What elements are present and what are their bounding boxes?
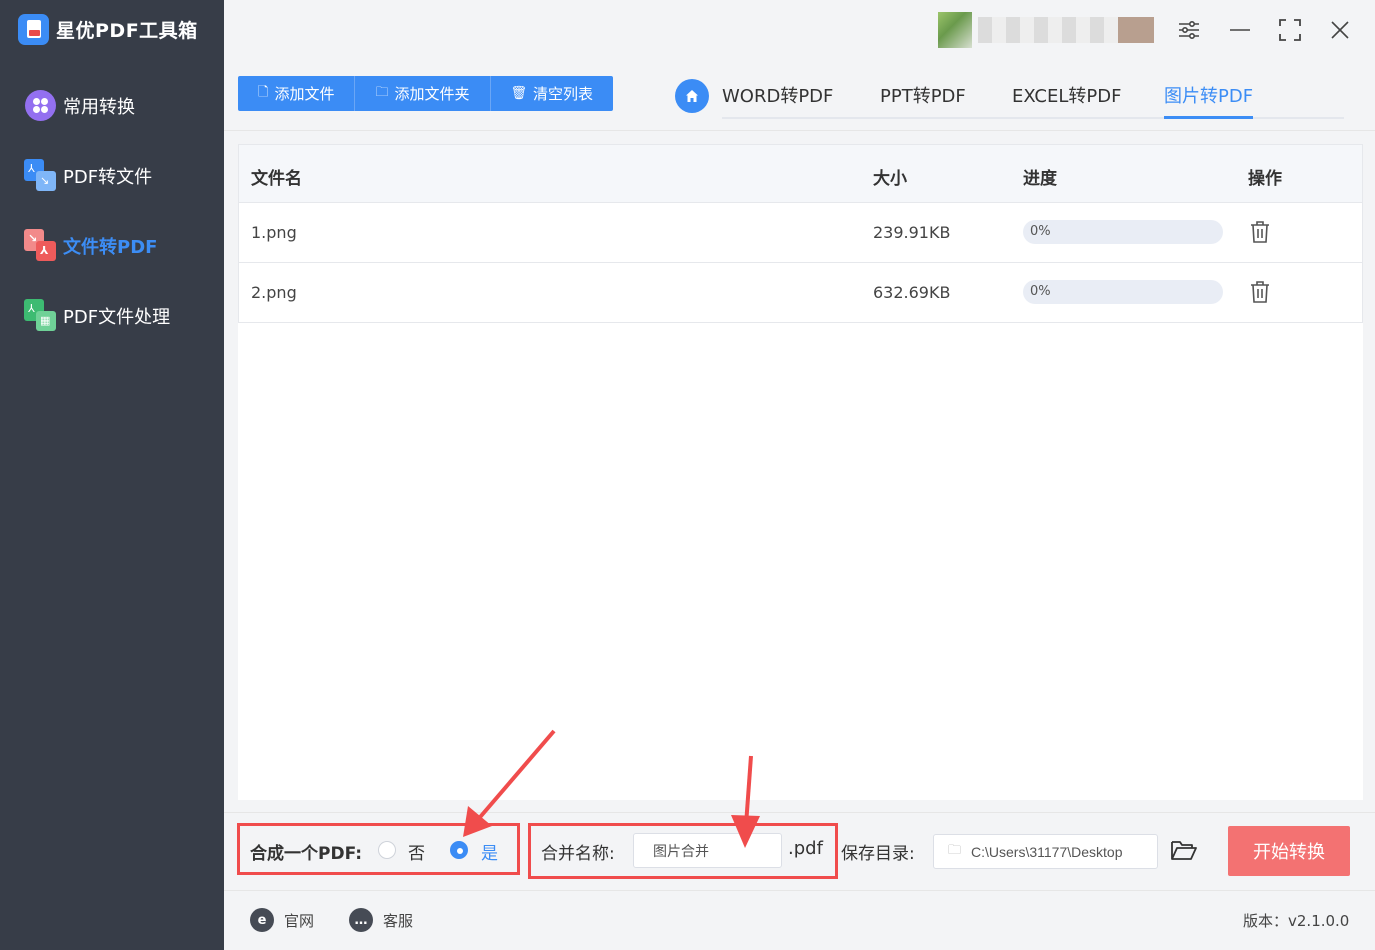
browser-icon: e [250,908,274,932]
folder-icon: 🗀 [948,841,962,857]
clear-list-button[interactable]: 🗑 清空列表 [490,76,614,111]
progress-text: 0% [1030,284,1051,299]
save-dir-label: 保存目录: [841,844,915,864]
table-header: 文件名 大小 进度 操作 [238,144,1363,203]
merge-name-value: 图片合并 [653,842,709,859]
progress-text: 0% [1030,224,1051,239]
sidebar-item-label: 常用转换 [63,97,135,118]
pdf-extension: .pdf [788,838,823,859]
merge-pdf-label: 合成一个PDF: [250,844,363,864]
website-label: 官网 [284,911,315,930]
open-folder-icon[interactable] [1170,838,1198,864]
divider [224,812,1375,813]
sidebar: 星优PDF工具箱 常用转换 ⅄ ↘ PDF转文件 ↘ ⅄ 文件转PDF ⅄ ▦ … [0,0,224,950]
user-account[interactable] [938,12,1154,48]
delete-icon[interactable] [1249,280,1271,304]
close-icon[interactable] [1327,17,1353,43]
save-dir-value: C:\Users\31177\Desktop [971,843,1123,860]
radio-yes-label: 是 [481,844,498,864]
user-name-blurred [978,17,1154,43]
file-list-panel: 文件名 大小 进度 操作 1.png 239.91KB 0% 2.png 632… [238,144,1363,800]
file-name: 1.png [251,223,297,242]
sidebar-item-pdf-processing[interactable]: ⅄ ▦ PDF文件处理 [24,299,170,333]
header-size: 大小 [873,169,907,189]
header-filename: 文件名 [251,169,302,189]
fullscreen-icon[interactable] [1277,17,1303,43]
service-link[interactable]: … 客服 [349,908,413,932]
tab-excel-to-pdf[interactable]: EXCEL转PDF [1012,82,1121,119]
file-icon: 🗋 [258,84,269,100]
table-row[interactable]: 2.png 632.69KB 0% [238,263,1363,323]
sidebar-item-common-convert[interactable]: 常用转换 [24,89,135,123]
tab-ppt-to-pdf[interactable]: PPT转PDF [880,82,966,119]
add-file-button[interactable]: 🗋 添加文件 [238,76,356,111]
tab-image-to-pdf[interactable]: 图片转PDF [1164,82,1254,119]
pdf-tools-icon: ⅄ ▦ [24,299,58,333]
header-progress: 进度 [1023,169,1057,189]
radio-no[interactable] [378,841,396,859]
settings-icon[interactable] [1176,17,1202,43]
divider [224,890,1375,891]
merge-name-label: 合并名称: [541,844,615,864]
chat-icon: … [349,908,373,932]
progress-bar: 0% [1023,280,1223,304]
file-toolbar: 🗋 添加文件 🗀 添加文件夹 🗑 清空列表 [238,76,614,111]
app-title: 星优PDF工具箱 [56,20,198,42]
service-label: 客服 [383,911,414,930]
progress-bar: 0% [1023,220,1223,244]
sidebar-item-pdf-to-file[interactable]: ⅄ ↘ PDF转文件 [24,159,152,193]
file-name: 2.png [251,283,297,302]
trash-icon: 🗑 [510,86,528,101]
header-action: 操作 [1248,169,1282,189]
flower-icon [24,89,58,123]
sidebar-item-label: PDF文件处理 [63,307,171,328]
website-link[interactable]: e 官网 [250,908,314,932]
brand: 星优PDF工具箱 [18,14,198,45]
tab-word-to-pdf[interactable]: WORD转PDF [722,82,833,119]
folder-icon: 🗀 [375,84,389,100]
add-folder-label: 添加文件夹 [394,85,470,103]
app-logo-icon [18,14,49,45]
radio-yes[interactable] [450,841,468,859]
table-row[interactable]: 1.png 239.91KB 0% [238,203,1363,263]
add-folder-button[interactable]: 🗀 添加文件夹 [355,76,491,111]
version-text: 版本：v2.1.0.0 [1243,912,1350,930]
avatar [938,12,972,48]
minimize-icon[interactable] [1227,17,1253,43]
file-size: 632.69KB [873,283,951,302]
tab-bar: WORD转PDF PPT转PDF EXCEL转PDF 图片转PDF [722,82,1344,119]
clear-list-label: 清空列表 [533,85,594,103]
radio-no-label: 否 [408,844,425,864]
pdf-import-icon: ↘ ⅄ [24,229,58,263]
sidebar-item-file-to-pdf[interactable]: ↘ ⅄ 文件转PDF [24,229,157,263]
save-dir-input[interactable]: 🗀 C:\Users\31177\Desktop [933,834,1158,869]
sidebar-item-label: PDF转文件 [63,167,153,188]
delete-icon[interactable] [1249,220,1271,244]
file-size: 239.91KB [873,223,951,242]
add-file-label: 添加文件 [274,85,335,103]
merge-name-input[interactable]: 图片合并 [633,833,782,868]
sidebar-item-label: 文件转PDF [63,237,158,258]
home-icon[interactable] [675,79,709,113]
start-convert-button[interactable]: 开始转换 [1228,826,1350,876]
divider [224,130,1375,131]
pdf-export-icon: ⅄ ↘ [24,159,58,193]
